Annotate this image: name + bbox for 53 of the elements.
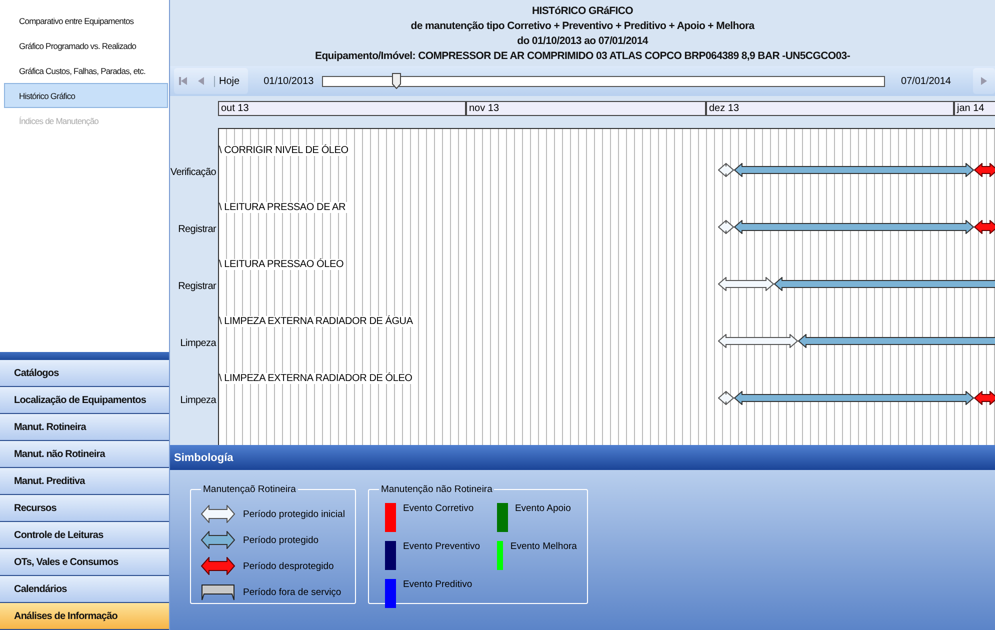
report-subtitle: de manutenção tipo Corretivo + Preventivo + Preditivo + Apoio + Melhora <box>410 19 754 34</box>
navigation-button[interactable]: Manut. Rotineira <box>0 414 169 441</box>
legend-label: Evento Preditivo <box>402 579 472 590</box>
report-item[interactable]: Histórico Gráfico <box>4 83 168 108</box>
month-header: jan 14 <box>954 100 995 116</box>
legend-label: Evento Preventivo <box>402 541 480 552</box>
task-name: \ LEITURA PRESSAO DE AR <box>219 202 348 213</box>
splitter-bar[interactable] <box>0 352 169 360</box>
legend-label: Evento Corretivo <box>402 503 474 514</box>
report-item[interactable]: Comparativo entre Equipamentos <box>4 8 168 33</box>
task-category: Limpeza <box>180 338 216 349</box>
legend-label: Período protegido <box>243 534 319 546</box>
first-icon[interactable] <box>178 74 190 88</box>
task-category: Registrar <box>178 224 216 235</box>
navigation-button[interactable]: Manut. Preditiva <box>0 468 169 495</box>
task-name: \ LIMPEZA EXTERNA RADIADOR DE ÁGUA <box>219 316 415 327</box>
group-caption: Manutenção não Rotineira <box>380 484 494 495</box>
legend-label: Período protegido inicial <box>243 508 345 520</box>
month-header: dez 13 <box>706 100 954 116</box>
legend-label: Evento Apoio <box>514 503 571 514</box>
end-date: 07/01/2014 <box>900 76 951 86</box>
navigation-button[interactable]: Calendários <box>0 576 169 603</box>
task-name: \ LEITURA PRESSAO ÓLEO <box>219 259 346 270</box>
legend-label: Evento Melhora <box>510 541 577 552</box>
task-name: \ CORRIGIR NIVEL DE ÓLEO <box>219 145 350 156</box>
next-button[interactable] <box>973 68 995 94</box>
start-date: 01/10/2013 <box>264 76 314 86</box>
group-caption: Manutençaõ Rotineira <box>202 484 297 495</box>
task-category: Limpeza <box>180 395 216 406</box>
month-header: nov 13 <box>466 100 706 116</box>
navigation-button[interactable]: Análises de Informação <box>0 603 169 630</box>
month-header: out 13 <box>218 100 466 116</box>
task-name: \ LIMPEZA EXTERNA RADIADOR DE ÓLEO <box>219 373 414 384</box>
report-item[interactable]: Gráfica Custos, Falhas, Paradas, etc. <box>4 58 168 83</box>
navigation-button[interactable]: Recursos <box>0 495 169 522</box>
navigation-button[interactable]: Manut. não Rotineira <box>0 441 169 468</box>
report-period: do 01/10/2013 ao 07/01/2014 <box>517 34 648 49</box>
today-button[interactable]: Hoje <box>214 76 244 86</box>
navigation-button[interactable]: Localização de Equipamentos <box>0 387 169 414</box>
navigation-button[interactable]: OTs, Vales e Consumos <box>0 549 169 576</box>
slider-thumb[interactable] <box>392 72 401 88</box>
task-category: Registrar <box>178 281 216 292</box>
next-icon <box>980 76 988 86</box>
task-category: Verificação <box>170 167 216 178</box>
report-title: HISTóRICO GRáFICO <box>532 4 634 19</box>
report-item[interactable]: Gráfico Programado vs. Realizado <box>4 33 168 58</box>
legend-label: Período fora de serviço <box>243 586 342 598</box>
equipment-label: Equipamento/Imóvel: COMPRESSOR DE AR COMPRIMIDO 03 ATLAS COPCO BRP064389 8,9 BAR -UN5CGCO03- <box>314 49 850 64</box>
navigation-button[interactable]: Catálogos <box>0 360 169 387</box>
date-slider[interactable] <box>322 76 885 86</box>
legend-title: Simbología <box>170 445 995 470</box>
legend-label: Período desprotegido <box>243 560 334 572</box>
navigation-button[interactable]: Controle de Leituras <box>0 522 169 549</box>
